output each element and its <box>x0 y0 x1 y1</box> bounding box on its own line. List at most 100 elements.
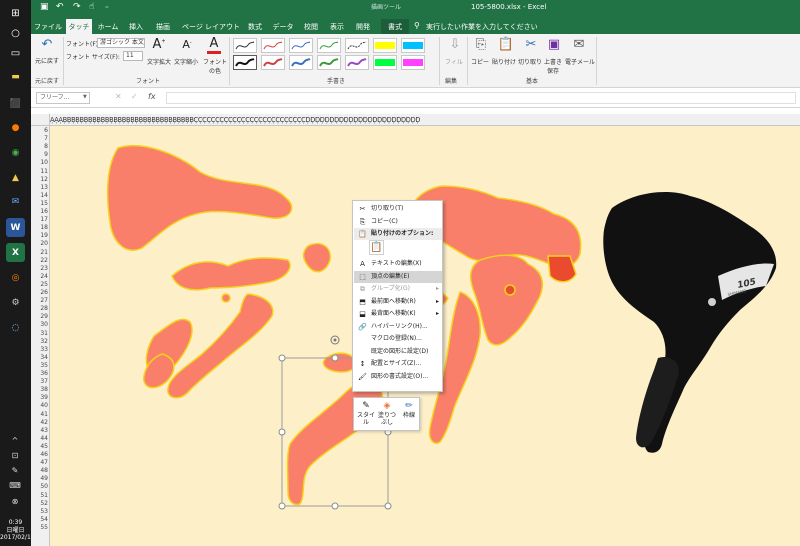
firefox-icon[interactable]: ● <box>6 118 25 137</box>
copy-icon[interactable]: ⎘ <box>471 37 491 52</box>
row-header[interactable]: 12 <box>31 176 48 184</box>
pen-option[interactable] <box>233 55 257 70</box>
row-header[interactable]: 19 <box>31 232 48 240</box>
row-header[interactable]: 7 <box>31 135 48 143</box>
freeform-shape-mid-edge[interactable] <box>547 255 577 283</box>
touch-mode-qat-icon[interactable]: ☝ <box>89 2 94 12</box>
row-header[interactable]: 50 <box>31 483 48 491</box>
excel-icon[interactable]: X <box>6 243 25 262</box>
row-header[interactable]: 26 <box>31 289 48 297</box>
undo-qat-icon[interactable]: ↶ <box>56 2 64 12</box>
row-header[interactable]: 53 <box>31 508 48 516</box>
pen-option[interactable] <box>261 55 285 70</box>
tab-data[interactable]: データ <box>271 19 295 34</box>
column-headers[interactable]: A̦A̦A̦B̦B̦B̦B̦B̦B̦B̦B̦B̦B̦B̦B̦B̦B̦B̦B̦B̦… <box>50 114 800 126</box>
row-header[interactable]: 43 <box>31 427 48 435</box>
paste-icon[interactable]: 📋 <box>496 37 516 52</box>
row-header[interactable]: 35 <box>31 362 48 370</box>
tab-developer[interactable]: 開発 <box>353 19 373 34</box>
font-name-box[interactable]: 游ゴシック 本文 <box>97 38 145 48</box>
row-header[interactable]: 15 <box>31 200 48 208</box>
pen-option[interactable] <box>317 38 341 53</box>
row-header[interactable]: 52 <box>31 500 48 508</box>
row-header[interactable]: 21 <box>31 249 48 257</box>
tab-home[interactable]: ホーム <box>95 19 121 34</box>
row-header[interactable]: 49 <box>31 475 48 483</box>
cut-icon[interactable]: ✂ <box>521 37 541 52</box>
name-box[interactable]: フリーフ... <box>36 92 90 104</box>
select-all-corner[interactable] <box>31 114 50 126</box>
row-header[interactable]: 39 <box>31 394 48 402</box>
row-header[interactable]: 44 <box>31 435 48 443</box>
row-header[interactable]: 13 <box>31 184 48 192</box>
row-header[interactable]: 22 <box>31 257 48 265</box>
search-circle-icon[interactable]: ○ <box>6 24 25 43</box>
context-menu-item[interactable]: 🔗 ハイパーリンク(H)... <box>354 321 442 333</box>
font-size-box[interactable]: 11 <box>123 51 143 61</box>
row-headers[interactable]: 6 7 8 9 10 11 12 13 14 15 16 17 18 19 20 21 22 23 24 25 26 27… <box>31 126 50 546</box>
freeform-shape-strip-piece[interactable] <box>302 242 331 273</box>
reference-lever-image[interactable]: 105 SHIMANO <box>603 192 777 453</box>
context-menu-item[interactable]: ⬚ 頂点の編集(E) <box>354 270 442 283</box>
row-header[interactable]: 33 <box>31 346 48 354</box>
context-menu-item[interactable]: A テキストの編集(X) <box>354 258 442 270</box>
context-menu-item[interactable]: 🖌 図形の書式設定(O)... <box>354 371 442 383</box>
tab-format[interactable]: 書式 <box>381 19 409 34</box>
row-header[interactable]: 23 <box>31 265 48 273</box>
task-view-icon[interactable]: ▭ <box>6 44 25 63</box>
row-header[interactable]: 54 <box>31 516 48 524</box>
tab-file[interactable]: ファイル <box>33 19 63 34</box>
app-icon[interactable]: ◌ <box>6 318 25 337</box>
blender-icon[interactable]: ◎ <box>6 268 25 287</box>
freeform-dot-mid[interactable] <box>504 284 516 296</box>
row-header[interactable]: 10 <box>31 159 48 167</box>
formula-input[interactable] <box>166 92 796 104</box>
row-header[interactable]: 17 <box>31 216 48 224</box>
notification-icon[interactable]: ⊗ <box>9 497 21 507</box>
row-header[interactable]: 30 <box>31 321 48 329</box>
pen-option[interactable] <box>373 38 397 53</box>
tab-touch[interactable]: タッチ <box>66 19 92 34</box>
network-icon[interactable]: ⊡ <box>9 451 21 461</box>
tell-me-input[interactable]: 実行したい作業を入力してください <box>426 22 538 32</box>
row-header[interactable]: 25 <box>31 281 48 289</box>
pen-option[interactable] <box>289 38 313 53</box>
row-header[interactable]: 31 <box>31 330 48 338</box>
paste-option-keep-source-icon[interactable]: 📋 <box>369 240 384 255</box>
mini-style-button[interactable]: ✎ スタイル <box>356 400 376 426</box>
row-header[interactable]: 18 <box>31 224 48 232</box>
context-menu-item[interactable]: ⎘ コピー(C) <box>354 216 442 228</box>
steam-icon[interactable]: ⚙ <box>6 293 25 312</box>
undo-icon[interactable]: ↶ <box>37 37 57 52</box>
tab-view[interactable]: 表示 <box>327 19 347 34</box>
pen-option[interactable] <box>345 55 369 70</box>
save-icon[interactable]: ▣ <box>544 37 564 52</box>
row-header[interactable]: 42 <box>31 419 48 427</box>
redo-qat-icon[interactable]: ↷ <box>73 2 81 12</box>
row-header[interactable]: 47 <box>31 459 48 467</box>
row-header[interactable]: 28 <box>31 305 48 313</box>
chevron-up-icon[interactable]: ^ <box>9 436 21 446</box>
row-header[interactable]: 8 <box>31 143 48 151</box>
tab-formulas[interactable]: 数式 <box>245 19 265 34</box>
save-qat-icon[interactable]: ▣ <box>40 2 49 12</box>
mini-fill-button[interactable]: ◈ 塗りつぶし <box>377 400 397 426</box>
context-menu-item[interactable]: ⬓ 最背面へ移動(K) ▸ <box>354 308 442 320</box>
context-menu-item[interactable]: 既定の図形に設定(D) <box>354 346 442 358</box>
store-icon[interactable]: ⬛ <box>6 94 25 113</box>
taskbar-clock[interactable]: 0:39 日曜日 2017/02/19 <box>0 519 35 542</box>
cancel-formula-icon[interactable]: ✕ <box>115 92 122 101</box>
insert-function-icon[interactable]: fx <box>148 92 156 101</box>
confirm-formula-icon[interactable]: ✓ <box>131 92 138 101</box>
pen-icon[interactable]: ✎ <box>9 466 21 476</box>
pen-option[interactable] <box>345 38 369 53</box>
pen-option[interactable] <box>373 55 397 70</box>
chrome-icon[interactable]: ◉ <box>6 143 25 162</box>
font-grow-icon[interactable]: A+ <box>149 37 169 52</box>
row-header[interactable]: 24 <box>31 273 48 281</box>
freeform-dot-left[interactable] <box>221 293 231 303</box>
row-header[interactable]: 48 <box>31 467 48 475</box>
context-menu-item[interactable]: ⬒ 最前面へ移動(R) ▸ <box>354 296 442 308</box>
tab-draw[interactable]: 描画 <box>151 19 175 34</box>
freeform-shape-hood-left[interactable] <box>106 144 293 251</box>
